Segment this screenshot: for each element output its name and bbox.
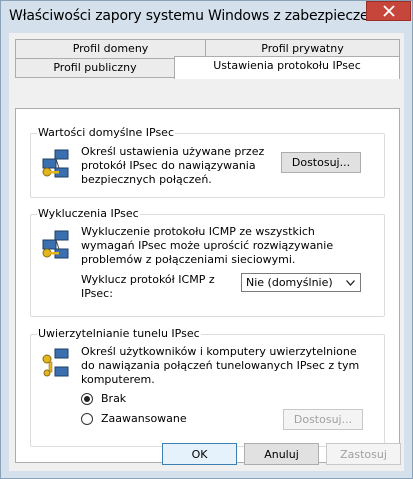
dialog-window: Właściwości zapory systemu Windows z zab… bbox=[0, 0, 413, 479]
ipsec-tunnel-auth-group: Uwierzytelnianie tunelu IPsec Określ uży… bbox=[30, 327, 385, 447]
network-computers-icon bbox=[42, 230, 69, 259]
apply-button[interactable]: Zastosuj bbox=[326, 443, 401, 465]
network-computers-icon bbox=[42, 149, 69, 178]
tab-label: Profil domeny bbox=[72, 42, 149, 55]
exemptions-description: Wykluczenie protokołu ICMP ze wszystkich… bbox=[81, 225, 334, 266]
radio-none[interactable] bbox=[81, 393, 93, 405]
tab-ipsec-settings[interactable]: Ustawienia protokołu IPsec bbox=[174, 56, 400, 79]
button-label: Dostosuj... bbox=[291, 156, 351, 169]
title-bar[interactable]: Właściwości zapory systemu Windows z zab… bbox=[1, 1, 412, 33]
button-label: Anuluj bbox=[264, 447, 299, 461]
ipsec-defaults-group: Wartości domyślne IPsec Określ ustawieni… bbox=[30, 126, 385, 198]
icmp-exempt-select[interactable]: Nie (domyślnie) bbox=[241, 273, 361, 292]
tab-public-profile[interactable]: Profil publiczny bbox=[15, 58, 175, 78]
tab-page: Wartości domyślne IPsec Określ ustawieni… bbox=[15, 108, 400, 463]
defaults-customize-button[interactable]: Dostosuj... bbox=[281, 152, 361, 173]
tab-label: Profil prywatny bbox=[261, 42, 344, 55]
radio-advanced[interactable] bbox=[81, 413, 93, 425]
close-icon bbox=[382, 5, 395, 17]
ipsec-exemptions-group: Wykluczenia IPsec Wykluczenie protokołu … bbox=[30, 207, 385, 317]
ok-button[interactable]: OK bbox=[162, 443, 237, 465]
chevron-down-icon bbox=[346, 280, 355, 286]
radio-advanced-label: Zaawansowane bbox=[101, 412, 187, 425]
button-label: Zastosuj bbox=[340, 447, 387, 461]
group-title: Wykluczenia IPsec bbox=[37, 207, 140, 220]
button-label: OK bbox=[191, 447, 208, 461]
select-value: Nie (domyślnie) bbox=[246, 276, 333, 289]
group-title: Uwierzytelnianie tunelu IPsec bbox=[37, 327, 201, 340]
icmp-exempt-label: Wyklucz protokół ICMP z IPsec: bbox=[81, 273, 215, 300]
tunnel-customize-button[interactable]: Dostosuj... bbox=[283, 409, 363, 430]
group-title: Wartości domyślne IPsec bbox=[37, 126, 176, 139]
key-icon bbox=[42, 348, 69, 377]
radio-none-label: Brak bbox=[101, 392, 127, 405]
tunnel-description: Określ użytkowników i komputery uwierzyt… bbox=[81, 345, 360, 386]
tab-label: Ustawienia protokołu IPsec bbox=[213, 59, 361, 72]
defaults-description: Określ ustawienia używane przez protokół… bbox=[81, 145, 265, 186]
tab-label: Profil publiczny bbox=[53, 61, 137, 74]
close-button[interactable] bbox=[366, 1, 411, 21]
cancel-button[interactable]: Anuluj bbox=[244, 443, 319, 465]
window-title: Właściwości zapory systemu Windows z zab… bbox=[9, 8, 394, 24]
button-label: Dostosuj... bbox=[293, 413, 353, 426]
dialog-client-area: Profil domeny Profil prywatny Profil pub… bbox=[9, 33, 404, 471]
